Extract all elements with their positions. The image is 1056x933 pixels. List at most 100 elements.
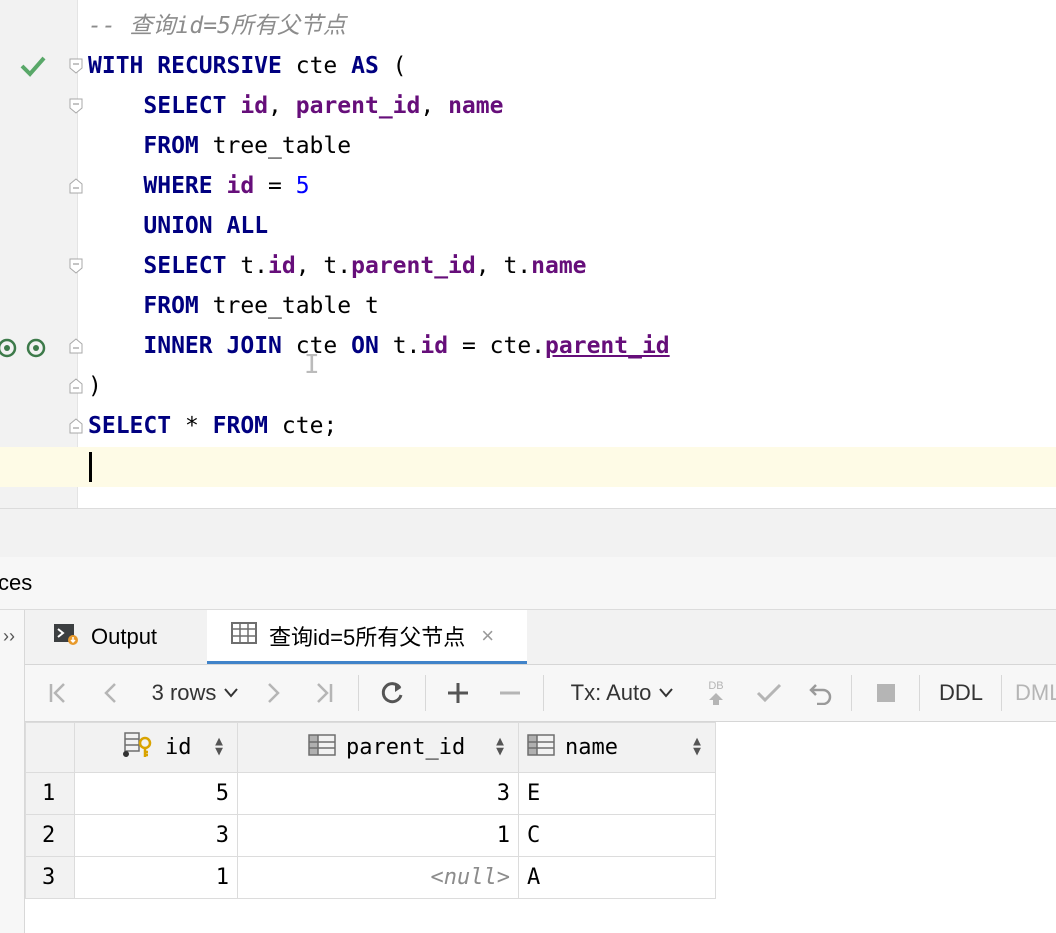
code-line[interactable]: UNION ALL bbox=[88, 206, 670, 246]
sync-icon[interactable] bbox=[0, 337, 18, 364]
remove-row-icon[interactable] bbox=[495, 665, 525, 721]
parent-id-cell[interactable]: 1 bbox=[237, 814, 519, 857]
next-page-icon[interactable] bbox=[259, 665, 289, 721]
code-line[interactable]: SELECT * FROM cte; bbox=[88, 406, 670, 446]
fold-marker-icon[interactable] bbox=[69, 418, 83, 434]
refresh-icon[interactable] bbox=[375, 665, 409, 721]
sort-icon[interactable]: ▲ ▼ bbox=[215, 735, 223, 758]
row-number-header bbox=[25, 722, 75, 773]
output-icon bbox=[53, 622, 79, 652]
code-token: id bbox=[240, 93, 269, 119]
name-cell[interactable]: C bbox=[518, 814, 716, 857]
code-token: RECURSIVE bbox=[157, 53, 282, 79]
sql-editor[interactable]: -- 查询id=5所有父节点 WITH RECURSIVE cte AS ( SE… bbox=[0, 0, 1056, 508]
column-header-id[interactable]: id ▲ ▼ bbox=[74, 722, 238, 773]
code-token: , t. bbox=[475, 253, 532, 279]
code-token: = bbox=[254, 173, 296, 199]
id-cell[interactable]: 5 bbox=[74, 772, 238, 815]
code-line[interactable]: SELECT t.id, t.parent_id, t.name bbox=[88, 246, 670, 286]
add-row-icon[interactable] bbox=[443, 665, 473, 721]
code-token: cte; bbox=[268, 413, 338, 439]
row-number-cell[interactable]: 1 bbox=[25, 772, 75, 815]
code-token: ON bbox=[351, 333, 379, 359]
code-token: name bbox=[448, 93, 504, 119]
code-area[interactable]: -- 查询id=5所有父节点 WITH RECURSIVE cte AS ( SE… bbox=[88, 6, 670, 486]
sync-icon[interactable] bbox=[25, 337, 47, 364]
code-line[interactable]: ) bbox=[88, 366, 670, 406]
code-line[interactable]: -- 查询id=5所有父节点 bbox=[88, 6, 670, 46]
id-cell[interactable]: 3 bbox=[74, 814, 238, 857]
code-token: WHERE bbox=[143, 173, 213, 199]
row-number-cell[interactable]: 3 bbox=[25, 856, 75, 899]
column-header-label: parent_id bbox=[346, 735, 466, 760]
row-number-cell[interactable]: 2 bbox=[25, 814, 75, 857]
fold-marker-icon[interactable] bbox=[69, 58, 83, 74]
table-row[interactable]: 231C bbox=[25, 814, 716, 857]
sort-icon[interactable]: ▲ ▼ bbox=[496, 735, 504, 758]
parent-id-cell[interactable]: 3 bbox=[237, 772, 519, 815]
tx-mode-dropdown[interactable]: Tx: Auto bbox=[565, 665, 679, 721]
code-line[interactable]: INNER JOIN cte ON t.id = cte.parent_id bbox=[88, 326, 670, 366]
fold-marker-icon[interactable] bbox=[69, 378, 83, 394]
table-row[interactable]: 153E bbox=[25, 772, 716, 815]
tab-query-result[interactable]: 查询id=5所有父节点 × bbox=[207, 610, 527, 664]
column-header-name[interactable]: name ▲ ▼ bbox=[518, 722, 716, 773]
parent-id-cell[interactable]: <null> bbox=[237, 856, 519, 899]
prev-page-icon[interactable] bbox=[95, 665, 125, 721]
expand-chevron-icon[interactable]: ›› bbox=[3, 626, 15, 647]
code-token: * bbox=[171, 413, 213, 439]
result-toolbar: 3 rows Tx: Auto DB DDL DML bbox=[25, 665, 1056, 722]
db-label: DB bbox=[708, 679, 724, 692]
tab-output[interactable]: Output bbox=[53, 610, 157, 664]
db-submit-icon[interactable]: DB bbox=[701, 665, 731, 721]
dml-button[interactable]: DML bbox=[1015, 665, 1056, 721]
id-cell[interactable]: 1 bbox=[74, 856, 238, 899]
fold-marker-icon[interactable] bbox=[69, 178, 83, 194]
chevron-down-icon bbox=[659, 688, 674, 698]
code-token: name bbox=[531, 253, 587, 279]
code-token: SELECT bbox=[143, 253, 227, 279]
services-tree-strip[interactable]: ›› bbox=[0, 610, 25, 933]
name-cell[interactable]: A bbox=[518, 856, 716, 899]
code-token: , bbox=[420, 93, 449, 119]
code-line[interactable]: FROM tree_table t bbox=[88, 286, 670, 326]
code-line[interactable]: WHERE id = 5 bbox=[88, 166, 670, 206]
code-line[interactable]: WITH RECURSIVE cte AS ( bbox=[88, 46, 670, 86]
sort-icon[interactable]: ▲ ▼ bbox=[693, 735, 701, 758]
code-token: tree_table bbox=[198, 133, 352, 159]
commit-icon[interactable] bbox=[753, 665, 785, 721]
table-row[interactable]: 3 1 <null> A bbox=[25, 856, 716, 899]
column-header-label: name bbox=[565, 735, 618, 760]
toolbar-separator bbox=[1001, 675, 1002, 711]
code-line[interactable]: SELECT id, parent_id, name bbox=[88, 86, 670, 126]
key-icon bbox=[123, 731, 155, 765]
column-header-parent-id[interactable]: parent_id ▲ ▼ bbox=[237, 722, 519, 773]
rollback-icon[interactable] bbox=[805, 665, 837, 721]
fold-marker-icon[interactable] bbox=[69, 98, 83, 114]
tab-query-result-label: 查询id=5所有父节点 bbox=[269, 624, 466, 650]
column-icon bbox=[308, 733, 336, 762]
fold-marker-icon[interactable] bbox=[69, 258, 83, 274]
name-cell[interactable]: E bbox=[518, 772, 716, 815]
last-page-icon[interactable] bbox=[309, 665, 339, 721]
code-line[interactable] bbox=[88, 446, 670, 486]
panel-splitter[interactable] bbox=[0, 508, 1056, 558]
close-icon[interactable]: × bbox=[481, 623, 494, 649]
rows-dropdown[interactable]: 3 rows bbox=[145, 665, 245, 721]
code-token: parent_id bbox=[545, 333, 670, 359]
text-cursor-icon: I bbox=[304, 350, 320, 380]
code-token: UNION bbox=[143, 213, 213, 239]
services-panel-header: ces bbox=[0, 557, 1056, 610]
code-line[interactable]: FROM tree_table bbox=[88, 126, 670, 166]
ddl-button[interactable]: DDL bbox=[933, 665, 989, 721]
result-grid[interactable]: id ▲ ▼ parent_id ▲ ▼ name ▲ ▼ 1 5 3 E 2 … bbox=[25, 722, 719, 899]
fold-marker-icon[interactable] bbox=[69, 338, 83, 354]
first-page-icon[interactable] bbox=[43, 665, 73, 721]
stop-icon[interactable] bbox=[871, 665, 901, 721]
column-icon bbox=[527, 733, 555, 762]
